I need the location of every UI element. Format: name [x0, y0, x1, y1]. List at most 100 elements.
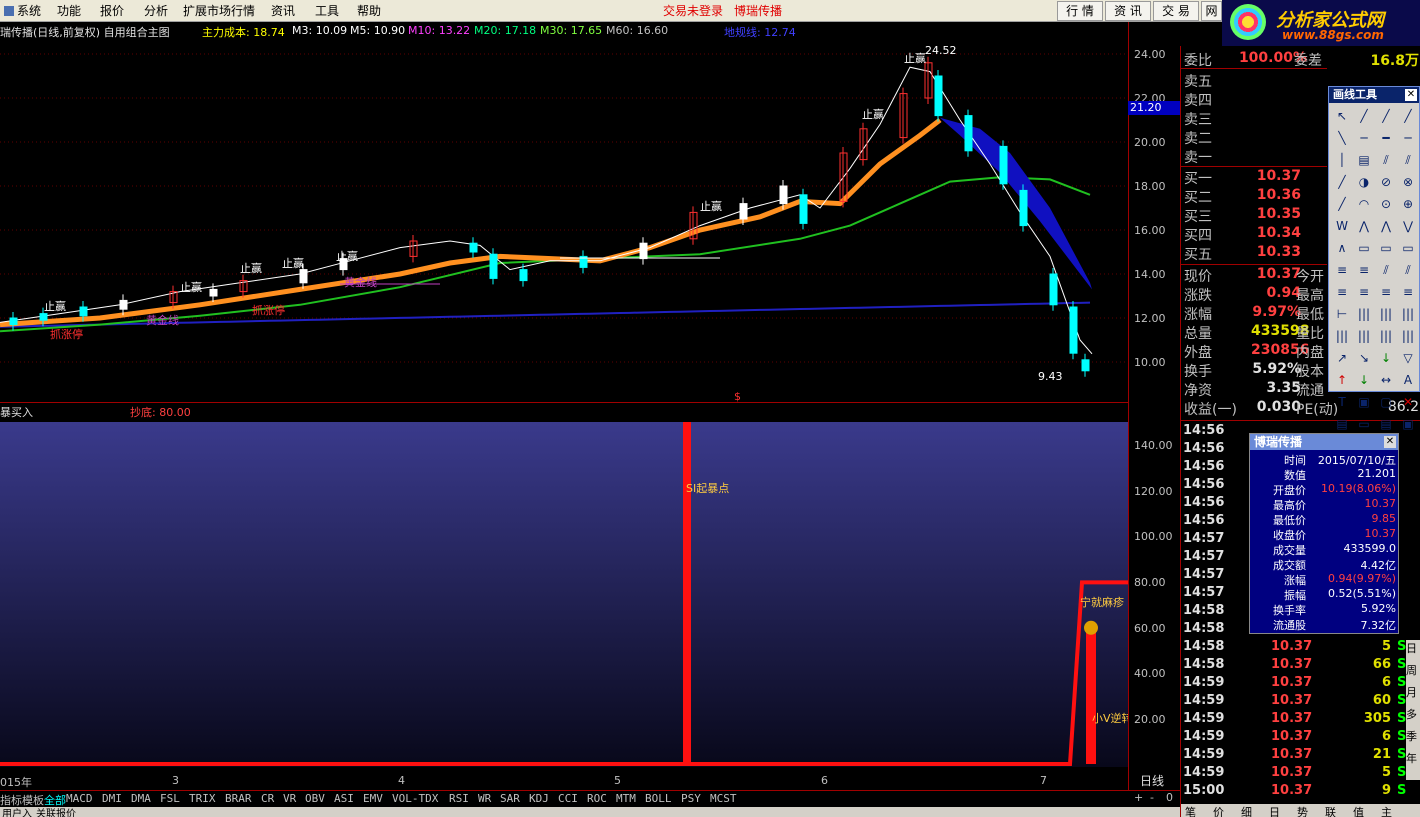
draw-tool-icon[interactable]: ▤: [1355, 151, 1373, 169]
menu-quote[interactable]: 报价: [100, 2, 124, 19]
tab-price[interactable]: 价: [1213, 804, 1224, 817]
tab-detail[interactable]: 细: [1241, 804, 1252, 817]
tab-trix[interactable]: TRIX: [189, 792, 216, 805]
period-week-button[interactable]: 周: [1406, 662, 1420, 684]
tab-asi[interactable]: ASI: [334, 792, 354, 805]
draw-tool-icon[interactable]: ⫽: [1377, 261, 1395, 279]
trade-button[interactable]: 交 易: [1153, 1, 1199, 21]
indicator-chart[interactable]: SI起暴点小V逆转 宁就麻疹: [0, 422, 1128, 772]
draw-tool-icon[interactable]: ↔: [1377, 371, 1395, 389]
tab-value[interactable]: 值: [1353, 804, 1364, 817]
tab-wr[interactable]: WR: [478, 792, 491, 805]
tab-rsi[interactable]: RSI: [449, 792, 469, 805]
draw-tool-icon[interactable]: ⊘: [1377, 173, 1395, 191]
menu-analysis[interactable]: 分析: [144, 2, 168, 19]
draw-tool-icon[interactable]: |||: [1333, 327, 1351, 345]
tab-emv[interactable]: EMV: [363, 792, 383, 805]
draw-tool-icon[interactable]: ╱: [1355, 107, 1373, 125]
tab-cci[interactable]: CCI: [558, 792, 578, 805]
draw-tool-icon[interactable]: ⊗: [1399, 173, 1417, 191]
tab-dma[interactable]: DMA: [131, 792, 151, 805]
menu-help[interactable]: 帮助: [357, 2, 381, 19]
tab-cr[interactable]: CR: [261, 792, 274, 805]
tab-模板[interactable]: 模板: [22, 792, 44, 808]
draw-tool-icon[interactable]: |||: [1399, 305, 1417, 323]
draw-tool-icon[interactable]: ▽: [1399, 349, 1417, 367]
period-year-button[interactable]: 年: [1406, 750, 1420, 772]
draw-tool-icon[interactable]: ⋀: [1377, 217, 1395, 235]
draw-tool-icon[interactable]: ▭: [1355, 239, 1373, 257]
tab-kdj[interactable]: KDJ: [529, 792, 549, 805]
menu-function[interactable]: 功能: [57, 2, 81, 19]
draw-tool-icon[interactable]: ╱: [1399, 107, 1417, 125]
draw-tool-icon[interactable]: W: [1333, 217, 1351, 235]
chart-area[interactable]: 瑞传播(日线,前复权) 自用组合主图 主力成本: 18.74 M3: 10.09…: [0, 22, 1180, 792]
draw-tool-icon[interactable]: ⊕: [1399, 195, 1417, 213]
tab-brar[interactable]: BRAR: [225, 792, 252, 805]
draw-tool-icon[interactable]: ━: [1377, 129, 1395, 147]
draw-tool-icon[interactable]: ╱: [1333, 195, 1351, 213]
tab-指标[interactable]: 指标: [0, 792, 22, 808]
draw-tool-icon[interactable]: ▤: [1377, 415, 1395, 433]
tab-mcst[interactable]: MCST: [710, 792, 737, 805]
draw-tool-icon[interactable]: ⊢: [1333, 305, 1351, 323]
draw-tool-icon[interactable]: ↘: [1355, 349, 1373, 367]
close-icon[interactable]: ✕: [1384, 436, 1396, 448]
draw-tool-icon[interactable]: ↖: [1333, 107, 1351, 125]
draw-tool-icon[interactable]: ─: [1399, 129, 1417, 147]
draw-tool-icon[interactable]: ╱: [1333, 173, 1351, 191]
zoom-in-button[interactable]: +: [1134, 791, 1143, 804]
tab-psy[interactable]: PSY: [681, 792, 701, 805]
period-label[interactable]: 日线: [1140, 772, 1164, 789]
draw-tool-icon[interactable]: T: [1333, 393, 1351, 411]
draw-tool-icon[interactable]: ≡: [1355, 283, 1373, 301]
draw-tool-icon[interactable]: ⋁: [1399, 217, 1417, 235]
menu-tools[interactable]: 工具: [315, 2, 339, 19]
close-icon[interactable]: ✕: [1405, 89, 1417, 101]
tab-boll[interactable]: BOLL: [645, 792, 672, 805]
market-button[interactable]: 行 情: [1057, 1, 1103, 21]
draw-tool-icon[interactable]: ▣: [1399, 415, 1417, 433]
draw-tool-icon[interactable]: ≡: [1377, 283, 1395, 301]
draw-tool-icon[interactable]: ≡: [1333, 283, 1351, 301]
draw-tool-icon[interactable]: ⋀: [1355, 217, 1373, 235]
news-button[interactable]: 资 讯: [1105, 1, 1151, 21]
login-status[interactable]: 交易未登录: [663, 2, 723, 19]
draw-tool-icon[interactable]: ▤: [1333, 415, 1351, 433]
draw-tool-icon[interactable]: A: [1399, 371, 1417, 389]
draw-tool-icon[interactable]: ⫽: [1399, 261, 1417, 279]
period-month-button[interactable]: 月: [1406, 684, 1420, 706]
draw-tool-icon[interactable]: |||: [1377, 327, 1395, 345]
candlestick-chart[interactable]: 24.529.43止赢止赢止赢止赢止赢止赢止赢止赢抓涨停抓涨停黄金线黄金线$: [0, 22, 1128, 402]
period-multi-button[interactable]: 多: [1406, 706, 1420, 728]
tab-day[interactable]: 日: [1269, 804, 1280, 817]
draw-tool-icon[interactable]: ↑: [1333, 371, 1351, 389]
tab-全部[interactable]: 全部: [44, 792, 66, 808]
draw-tool-icon[interactable]: ▭: [1399, 239, 1417, 257]
draw-tool-icon[interactable]: ⫽: [1377, 151, 1395, 169]
draw-tool-icon[interactable]: ⊙: [1377, 195, 1395, 213]
menu-system[interactable]: 系统: [4, 2, 41, 19]
tab-obv[interactable]: OBV: [305, 792, 325, 805]
status-related[interactable]: 关联报价: [36, 807, 76, 817]
draw-tool-icon[interactable]: │: [1333, 151, 1351, 169]
draw-tool-icon[interactable]: ↗: [1333, 349, 1351, 367]
draw-tool-icon[interactable]: |||: [1355, 305, 1373, 323]
draw-tool-icon[interactable]: ╲: [1333, 129, 1351, 147]
draw-tool-icon[interactable]: ↓: [1377, 349, 1395, 367]
draw-tool-icon[interactable]: ◠: [1355, 195, 1373, 213]
draw-tool-icon[interactable]: ≡: [1355, 261, 1373, 279]
draw-tool-icon[interactable]: ◑: [1355, 173, 1373, 191]
period-day-button[interactable]: 日: [1406, 640, 1420, 662]
draw-tool-icon[interactable]: |||: [1355, 327, 1373, 345]
draw-tool-icon[interactable]: ∧: [1333, 239, 1351, 257]
tab-related[interactable]: 联: [1325, 804, 1336, 817]
draw-tool-icon[interactable]: ▭: [1355, 415, 1373, 433]
draw-tool-icon[interactable]: ▭: [1377, 239, 1395, 257]
tab-ticks[interactable]: 笔: [1185, 804, 1196, 817]
period-quarter-button[interactable]: 季: [1406, 728, 1420, 750]
tab-dmi[interactable]: DMI: [102, 792, 122, 805]
draw-tool-icon[interactable]: |||: [1399, 327, 1417, 345]
zoom-out-button[interactable]: -: [1150, 791, 1154, 804]
draw-tool-icon[interactable]: |||: [1377, 305, 1395, 323]
